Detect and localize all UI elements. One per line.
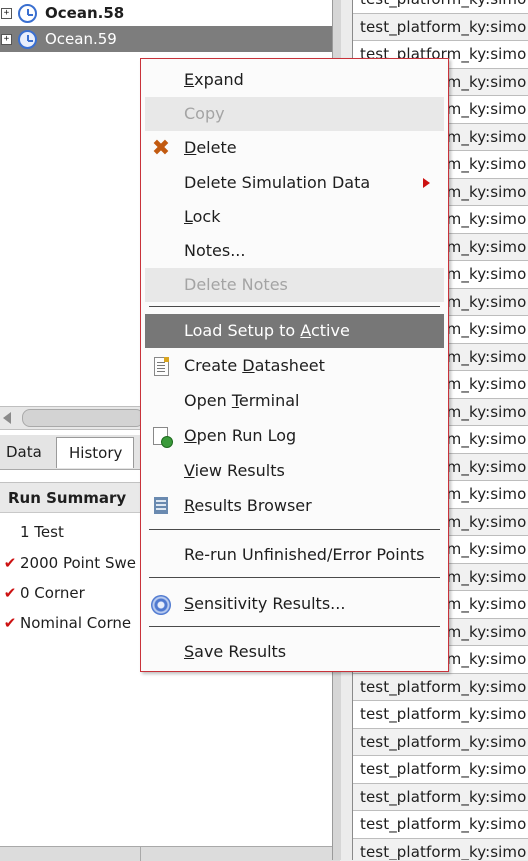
tab-history[interactable]: History	[56, 437, 134, 468]
list-item[interactable]: test_platform_ky:simo	[353, 728, 528, 756]
clock-icon	[18, 3, 37, 23]
horizontal-scrollbar[interactable]	[0, 406, 144, 430]
menu-item-label: Re-run Unfinished/Error Points	[184, 545, 425, 564]
summary-row-label: 1 Test	[20, 523, 64, 541]
menu-item-label: Delete Notes	[184, 275, 288, 294]
menu-item-label: Sensitivity Results...	[184, 594, 346, 613]
expand-icon[interactable]: +	[1, 7, 12, 19]
menu-item-label: View Results	[184, 461, 285, 480]
summary-row-label: 0 Corner	[20, 584, 85, 602]
run-summary-panel: Run Summary 1 Test ✔ 2000 Point Swe ✔ 0 Co…	[0, 482, 140, 647]
menu-item-delete-notes: Delete Notes	[145, 268, 444, 302]
list-item[interactable]: test_platform_ky:simo	[353, 783, 528, 811]
bottom-header-bar	[0, 846, 340, 861]
sensitivity-icon	[151, 595, 171, 615]
menu-item-load-setup-to-active[interactable]: Load Setup to Active	[145, 314, 444, 348]
context-menu: Expand Copy ✖ Delete Delete Simulation D…	[140, 58, 449, 672]
menu-item-label: Notes...	[184, 241, 246, 260]
summary-row[interactable]: ✔ 0 Corner	[0, 578, 85, 608]
check-icon: ✔	[3, 614, 17, 632]
list-item[interactable]: test_platform_ky:simo	[353, 0, 528, 14]
menu-item-copy: Copy	[145, 97, 444, 131]
menu-item-label: Delete Simulation Data	[184, 173, 371, 192]
clock-icon	[18, 29, 37, 49]
list-item[interactable]: test_platform_ky:simo	[353, 13, 528, 41]
list-item[interactable]: test_platform_ky:simo	[353, 811, 528, 839]
tree-item-ocean-59[interactable]: + Ocean.59	[0, 26, 332, 52]
menu-item-label: Load Setup to Active	[184, 321, 350, 340]
tab-bar: Data History	[0, 435, 140, 470]
menu-item-label: Copy	[184, 104, 225, 123]
tree-item-label: Ocean.59	[45, 30, 117, 48]
submenu-arrow-icon	[423, 178, 430, 188]
check-icon: ✔	[3, 554, 17, 572]
menu-item-sensitivity-results[interactable]: Sensitivity Results...	[145, 587, 444, 621]
menu-item-delete[interactable]: ✖ Delete	[145, 131, 444, 165]
menu-item-create-datasheet[interactable]: Create Datasheet	[145, 349, 444, 383]
list-item[interactable]: test_platform_ky:simo	[353, 838, 528, 860]
summary-row-label: Nominal Corne	[20, 614, 132, 632]
results-browser-icon	[154, 497, 168, 514]
expand-icon[interactable]: +	[1, 33, 12, 45]
menu-item-results-browser[interactable]: Results Browser	[145, 489, 444, 523]
menu-item-notes[interactable]: Notes...	[145, 234, 444, 268]
tree-item-ocean-58[interactable]: + Ocean.58	[0, 0, 332, 26]
list-item[interactable]: test_platform_ky:simo	[353, 673, 528, 701]
check-icon: ✔	[3, 584, 17, 602]
run-summary-header: Run Summary	[0, 483, 140, 513]
column-divider	[140, 847, 141, 861]
summary-row[interactable]: ✔ Nominal Corne	[0, 608, 131, 638]
menu-item-view-results[interactable]: View Results	[145, 454, 444, 488]
tab-data[interactable]: Data	[0, 437, 48, 468]
menu-separator	[149, 626, 440, 627]
menu-item-label: Results Browser	[184, 496, 312, 515]
list-item[interactable]: test_platform_ky:simo	[353, 701, 528, 729]
summary-row: 1 Test	[20, 517, 64, 547]
tree-item-label: Ocean.58	[45, 4, 125, 22]
menu-separator	[149, 306, 440, 307]
menu-item-label: Delete	[184, 138, 237, 157]
menu-separator	[149, 577, 440, 578]
summary-row-label: 2000 Point Swe	[20, 554, 136, 572]
list-item[interactable]: test_platform_ky:simo	[353, 756, 528, 784]
menu-item-label: Lock	[184, 207, 221, 226]
scrollbar-thumb[interactable]	[22, 409, 144, 427]
menu-item-lock[interactable]: Lock	[145, 200, 444, 234]
summary-row[interactable]: ✔ 2000 Point Swe	[0, 548, 136, 578]
menu-item-open-terminal[interactable]: Open Terminal	[145, 384, 444, 418]
delete-x-icon: ✖	[151, 136, 171, 161]
menu-item-label: Open Terminal	[184, 391, 300, 410]
menu-item-save-results[interactable]: Save Results	[145, 635, 444, 669]
menu-item-label: Open Run Log	[184, 426, 297, 445]
menu-item-label: Save Results	[184, 642, 287, 661]
run-log-icon	[153, 427, 173, 448]
menu-item-expand[interactable]: Expand	[145, 63, 444, 97]
datasheet-icon	[154, 357, 169, 376]
menu-item-delete-simulation-data[interactable]: Delete Simulation Data	[145, 166, 444, 200]
menu-item-rerun-unfinished[interactable]: Re-run Unfinished/Error Points	[145, 538, 444, 572]
menu-item-label: Expand	[184, 70, 244, 89]
menu-item-open-run-log[interactable]: Open Run Log	[145, 419, 444, 453]
menu-item-label: Create Datasheet	[184, 356, 325, 375]
menu-separator	[149, 529, 440, 530]
scroll-left-arrow-icon[interactable]	[3, 412, 11, 424]
